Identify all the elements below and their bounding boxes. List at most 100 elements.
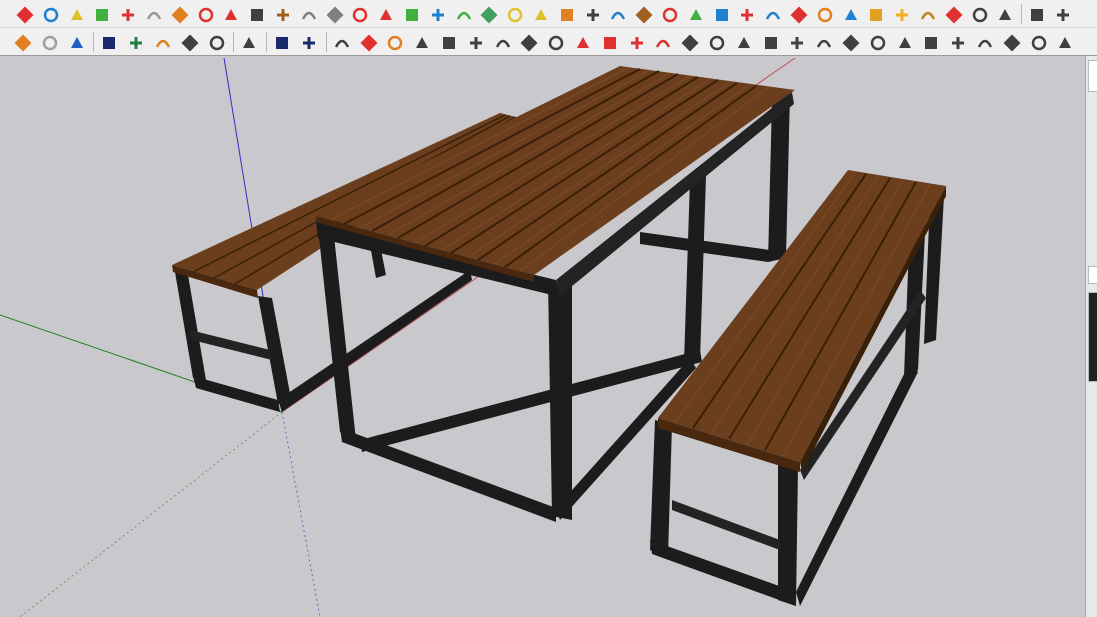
warning-button[interactable]: [504, 4, 524, 24]
cloud-upload-button[interactable]: [206, 32, 226, 52]
layers-button[interactable]: [1026, 4, 1046, 24]
curve-tool-6-button[interactable]: [465, 32, 485, 52]
reload-button[interactable]: [39, 32, 59, 52]
curve-tool-2-button[interactable]: [358, 32, 378, 52]
triangle-green-button[interactable]: [453, 4, 473, 24]
cross-red-button[interactable]: [375, 4, 395, 24]
settings-gear-button[interactable]: [238, 32, 258, 52]
back-view-button[interactable]: [117, 4, 137, 24]
table-leg-front-left: [318, 228, 356, 440]
panel-tab-2[interactable]: [1088, 266, 1097, 284]
curve-tool-7-button[interactable]: [492, 32, 512, 52]
panel-tab-1[interactable]: [1088, 60, 1097, 92]
grid-orange-button[interactable]: [865, 4, 885, 24]
top-view-button[interactable]: [40, 4, 60, 24]
model-viewport[interactable]: [0, 56, 1085, 617]
front-view-button[interactable]: [66, 4, 86, 24]
angle-tool-4-button[interactable]: [652, 32, 672, 52]
move-button[interactable]: [607, 4, 627, 24]
right-side-panel[interactable]: [1085, 56, 1097, 617]
iso-view-button[interactable]: [14, 4, 34, 24]
shape-2-button[interactable]: [840, 32, 860, 52]
edge-tools-icon: [325, 5, 344, 25]
bucket-button[interactable]: [633, 4, 653, 24]
fan-button[interactable]: [152, 32, 172, 52]
rotate-copy-button[interactable]: [711, 4, 731, 24]
curve-tool-9-button[interactable]: [545, 32, 565, 52]
profile-1-button[interactable]: [1001, 32, 1021, 52]
edge-tools-button[interactable]: [324, 4, 344, 24]
right-view-button[interactable]: [91, 4, 111, 24]
pipe-button[interactable]: [298, 4, 318, 24]
explode-button[interactable]: [736, 4, 756, 24]
panel-tab-3[interactable]: [1088, 292, 1097, 382]
extension-box-button[interactable]: [272, 4, 292, 24]
bend-icon: [557, 5, 575, 25]
cross-blue-button[interactable]: [427, 4, 447, 24]
angle-tool-2-button[interactable]: [599, 32, 619, 52]
collapse-button[interactable]: [994, 4, 1014, 24]
curve-tool-8-button[interactable]: [518, 32, 538, 52]
curve-tool-2-icon: [359, 33, 378, 53]
curve-tool-5-button[interactable]: [438, 32, 458, 52]
material-icon: [789, 5, 808, 25]
undo-curve-button[interactable]: [659, 4, 679, 24]
flag-button[interactable]: [246, 4, 266, 24]
flask-button[interactable]: [478, 4, 498, 24]
grid-box-button[interactable]: [760, 32, 780, 52]
material-button[interactable]: [788, 4, 808, 24]
info-button[interactable]: [298, 32, 318, 52]
curve-tool-1-button[interactable]: [331, 32, 351, 52]
section-plane-button[interactable]: [195, 4, 215, 24]
mail-button[interactable]: [271, 32, 291, 52]
dots-pattern-button[interactable]: [814, 4, 834, 24]
curve-tool-4-button[interactable]: [411, 32, 431, 52]
wedge-button[interactable]: [706, 32, 726, 52]
frame-icon: [841, 5, 859, 25]
outliner-button[interactable]: [1052, 4, 1072, 24]
profile-3-button[interactable]: [1054, 32, 1074, 52]
angle-tool-1-button[interactable]: [572, 32, 592, 52]
section-display-button[interactable]: [220, 4, 240, 24]
table[interactable]: [316, 66, 795, 522]
arrow-tool-3-button[interactable]: [974, 32, 994, 52]
grid-yellow-button[interactable]: [891, 4, 911, 24]
arc-dots-button[interactable]: [969, 4, 989, 24]
bend-button[interactable]: [556, 4, 576, 24]
grid-brown-button[interactable]: [917, 4, 937, 24]
lasso-button[interactable]: [530, 4, 550, 24]
curve-tool-3-button[interactable]: [384, 32, 404, 52]
arrow-tool-1-button[interactable]: [920, 32, 940, 52]
shape-1-button[interactable]: [813, 32, 833, 52]
left-view-button[interactable]: [143, 4, 163, 24]
tree-button[interactable]: [125, 32, 145, 52]
cross-red-icon: [376, 5, 394, 25]
wedge-icon: [707, 33, 725, 53]
stack-button[interactable]: [66, 32, 86, 52]
grid-yellow-icon: [892, 5, 910, 25]
columns-button[interactable]: [733, 32, 753, 52]
curve-tool-3-icon: [385, 33, 403, 53]
curve-points-button[interactable]: [349, 4, 369, 24]
profile-2-button[interactable]: [1028, 32, 1048, 52]
refresh-orange-button[interactable]: [12, 32, 32, 52]
toolbar-top: [0, 0, 1097, 28]
rotate-button[interactable]: [582, 4, 602, 24]
scatter-button[interactable]: [943, 4, 963, 24]
cross-green-button[interactable]: [401, 4, 421, 24]
add-circle-button[interactable]: [98, 32, 118, 52]
arrow-tool-2-button[interactable]: [947, 32, 967, 52]
puzzle-button[interactable]: [685, 4, 705, 24]
columns-icon: [734, 33, 752, 53]
frame-button[interactable]: [840, 4, 860, 24]
angle-tool-3-button[interactable]: [626, 32, 646, 52]
shape-3-button[interactable]: [867, 32, 887, 52]
hand-button[interactable]: [786, 32, 806, 52]
follow-me-button[interactable]: [169, 4, 189, 24]
arch-button[interactable]: [679, 32, 699, 52]
shuffle-button[interactable]: [762, 4, 782, 24]
shape-4-button[interactable]: [894, 32, 914, 52]
checker-ball-button[interactable]: [179, 32, 199, 52]
toolbar-separator: [233, 32, 235, 52]
shape-4-icon: [895, 33, 913, 53]
